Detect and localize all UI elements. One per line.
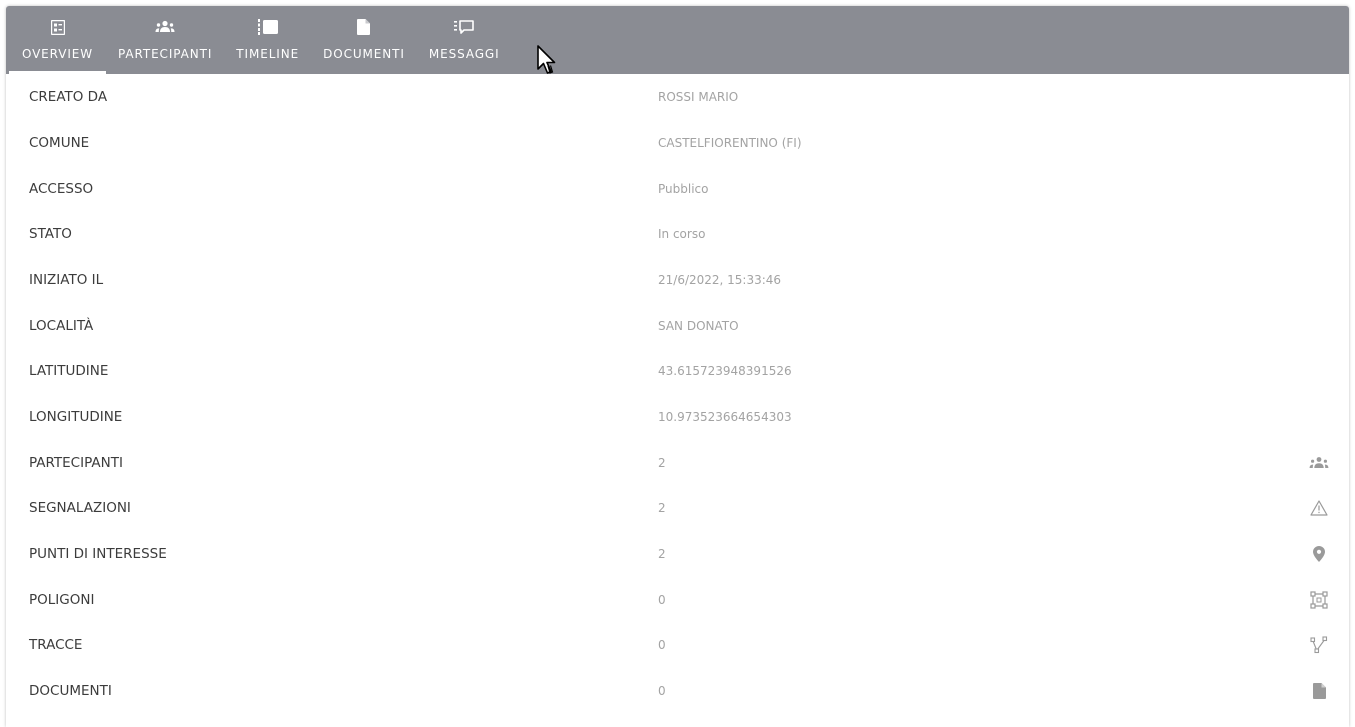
tab-messaggi[interactable]: MESSAGGI xyxy=(417,6,512,74)
detail-row-iniziato-il: INIZIATO IL 21/6/2022, 15:33:46 xyxy=(6,257,1349,303)
detail-value: ROSSI MARIO xyxy=(658,90,739,104)
details-list: CREATO DA ROSSI MARIO COMUNE CASTELFIORE… xyxy=(6,74,1349,714)
detail-value: SAN DONATO xyxy=(658,318,739,333)
detail-value: 2 xyxy=(658,455,666,470)
people-icon[interactable] xyxy=(1309,453,1329,473)
detail-label: STATO xyxy=(29,226,72,243)
detail-row-latitudine: LATITUDINE 43.615723948391526 xyxy=(6,348,1349,394)
tab-label: MESSAGGI xyxy=(428,47,500,61)
tab-label: OVERVIEW xyxy=(21,47,94,61)
detail-value: 21/6/2022, 15:33:46 xyxy=(658,272,782,287)
tab-timeline[interactable]: TIMELINE xyxy=(224,6,311,74)
detail-label: TRACCE xyxy=(29,637,83,654)
document-icon[interactable] xyxy=(1309,681,1329,701)
warning-icon[interactable] xyxy=(1309,498,1329,518)
detail-row-partecipanti[interactable]: PARTECIPANTI 2 xyxy=(6,440,1349,486)
map-pin-icon[interactable] xyxy=(1309,544,1329,564)
overview-panel: OVERVIEW PARTECIPANTI TIMELINE DOCUMENTI… xyxy=(6,6,1349,727)
detail-value: Pubblico xyxy=(658,181,709,196)
detail-value: 10.973523664654303 xyxy=(658,409,792,424)
detail-label: PARTECIPANTI xyxy=(29,454,123,471)
detail-row-documenti[interactable]: DOCUMENTI 0 xyxy=(6,668,1349,714)
detail-label: CREATO DA xyxy=(29,89,108,105)
detail-row-tracce[interactable]: TRACCE 0 xyxy=(6,623,1349,669)
detail-value: CASTELFIORENTINO (FI) xyxy=(658,135,802,150)
detail-row-punti-di-interesse[interactable]: PUNTI DI INTERESSE 2 xyxy=(6,531,1349,577)
detail-row-longitudine: LONGITUDINE 10.973523664654303 xyxy=(6,394,1349,440)
tab-label: TIMELINE xyxy=(236,47,300,61)
detail-value: 2 xyxy=(658,501,666,516)
tab-documenti[interactable]: DOCUMENTI xyxy=(311,6,417,74)
detail-row-accesso: ACCESSO Pubblico xyxy=(6,166,1349,212)
message-icon xyxy=(454,17,474,37)
detail-row-poligoni[interactable]: POLIGONI 0 xyxy=(6,577,1349,623)
timeline-icon xyxy=(257,17,278,37)
tab-label: DOCUMENTI xyxy=(323,47,405,61)
detail-label: LOCALITÀ xyxy=(29,317,94,334)
tab-partecipanti[interactable]: PARTECIPANTI xyxy=(106,6,224,74)
detail-value: 43.615723948391526 xyxy=(658,364,792,379)
detail-row-segnalazioni[interactable]: SEGNALAZIONI 2 xyxy=(6,486,1349,532)
detail-label: DOCUMENTI xyxy=(29,683,112,700)
detail-label: POLIGONI xyxy=(29,591,95,608)
tab-label: PARTECIPANTI xyxy=(118,47,213,61)
detail-row-comune: COMUNE CASTELFIORENTINO (FI) xyxy=(6,120,1349,166)
polygon-icon[interactable] xyxy=(1309,590,1329,610)
people-icon xyxy=(155,17,175,37)
tab-overview[interactable]: OVERVIEW xyxy=(9,6,106,74)
document-icon xyxy=(357,17,371,37)
detail-row-creato-da: CREATO DA ROSSI MARIO xyxy=(6,74,1349,120)
detail-row-localita: LOCALITÀ SAN DONATO xyxy=(6,303,1349,349)
detail-value: 0 xyxy=(658,638,666,653)
detail-value: 0 xyxy=(658,684,666,699)
tab-bar: OVERVIEW PARTECIPANTI TIMELINE DOCUMENTI… xyxy=(6,6,1349,74)
detail-label: ACCESSO xyxy=(29,180,94,197)
detail-label: COMUNE xyxy=(29,134,90,151)
detail-label: INIZIATO IL xyxy=(29,271,104,288)
detail-row-stato: STATO In corso xyxy=(6,211,1349,257)
route-icon[interactable] xyxy=(1309,635,1329,655)
detail-value: In corso xyxy=(658,227,706,242)
detail-label: LATITUDINE xyxy=(29,363,109,380)
detail-label: LONGITUDINE xyxy=(29,408,123,425)
overview-icon xyxy=(50,17,65,37)
detail-label: SEGNALAZIONI xyxy=(29,500,131,517)
detail-value: 0 xyxy=(658,592,666,607)
detail-value: 2 xyxy=(658,547,666,562)
detail-label: PUNTI DI INTERESSE xyxy=(29,546,167,563)
